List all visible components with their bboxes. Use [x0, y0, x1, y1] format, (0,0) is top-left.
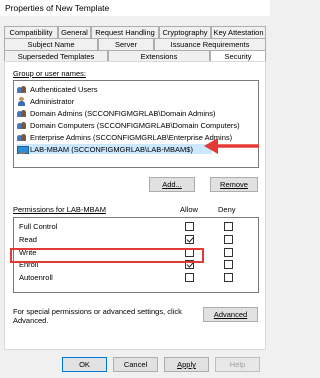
apply-button-label: Apply	[177, 360, 196, 369]
apply-button[interactable]: Apply	[164, 357, 209, 372]
help-button[interactable]: Help	[215, 357, 260, 372]
special-permissions-text-1: For special permissions or advanced sett…	[13, 307, 182, 316]
allow-checkbox[interactable]	[185, 222, 194, 231]
perm-name: Full Control	[19, 222, 58, 231]
list-item-selected[interactable]: LAB-MBAM (SCCONFIGMGRLAB\LAB-MBAM$)	[17, 144, 212, 154]
perm-name: Autoenroll	[19, 273, 53, 282]
allow-checkbox[interactable]	[185, 235, 194, 244]
deny-checkbox[interactable]	[224, 222, 233, 231]
tab-subject-name[interactable]: Subject Name	[4, 38, 98, 50]
deny-checkbox[interactable]	[224, 260, 233, 269]
perm-row-full-control: Full Control	[14, 221, 258, 232]
enroll-highlight-box	[10, 248, 204, 263]
perm-row-read: Read	[14, 234, 258, 245]
perm-name: Read	[19, 235, 37, 244]
group-label: Group or user names:	[13, 69, 86, 78]
tab-issuance-requirements[interactable]: Issuance Requirements	[154, 38, 266, 50]
tab-cryptography[interactable]: Cryptography	[159, 26, 211, 38]
list-item[interactable]: Enterprise Admins (SCCONFIGMGRLAB\Enterp…	[17, 132, 232, 142]
perm-row-autoenroll: Autoenroll	[14, 272, 258, 283]
permissions-label: Permissions for LAB-MBAM	[13, 205, 106, 214]
computer-icon	[17, 145, 29, 154]
security-panel: Group or user names: Authenticated Users…	[4, 61, 266, 350]
list-item-label: Administrator	[30, 96, 75, 106]
list-item-label: LAB-MBAM (SCCONFIGMGRLAB\LAB-MBAM$)	[30, 144, 193, 154]
deny-checkbox[interactable]	[224, 248, 233, 257]
list-item[interactable]: Domain Admins (SCCONFIGMGRLAB\Domain Adm…	[17, 108, 215, 118]
add-button-label: Add...	[162, 180, 182, 189]
allow-checkbox[interactable]	[185, 273, 194, 282]
deny-header: Deny	[218, 205, 236, 214]
tab-server[interactable]: Server	[98, 38, 154, 50]
deny-checkbox[interactable]	[224, 273, 233, 282]
allow-header: Allow	[180, 205, 198, 214]
advanced-button-label: Advanced	[213, 310, 248, 319]
list-item[interactable]: Administrator	[17, 96, 74, 106]
remove-button[interactable]: Remove	[210, 177, 258, 192]
special-permissions-text-2: Advanced.	[13, 316, 49, 325]
ok-button[interactable]: OK	[62, 357, 107, 372]
list-item-label: Domain Computers (SCCONFIGMGRLAB\Domain …	[30, 120, 240, 130]
remove-button-label: Remove	[220, 180, 248, 189]
list-item-label: Domain Admins (SCCONFIGMGRLAB\Domain Adm…	[30, 108, 216, 118]
advanced-button[interactable]: Advanced	[203, 307, 258, 322]
tab-compatibility[interactable]: Compatibility	[4, 26, 58, 38]
list-item[interactable]: Authenticated Users	[17, 84, 98, 94]
user-icon	[17, 96, 27, 106]
users-icon	[17, 121, 27, 130]
list-item[interactable]: Domain Computers (SCCONFIGMGRLAB\Domain …	[17, 120, 240, 130]
users-icon	[17, 85, 27, 94]
deny-checkbox[interactable]	[224, 235, 233, 244]
users-icon	[17, 109, 27, 118]
add-button[interactable]: Add...	[149, 177, 195, 192]
red-arrow	[204, 138, 259, 154]
cancel-button[interactable]: Cancel	[113, 357, 158, 372]
list-item-label: Enterprise Admins (SCCONFIGMGRLAB\Enterp…	[30, 132, 233, 142]
properties-dialog: Properties of New Template Compatibility…	[0, 0, 270, 378]
tab-general[interactable]: General	[58, 26, 91, 38]
window-title: Properties of New Template	[0, 0, 270, 16]
tab-key-attestation[interactable]: Key Attestation	[211, 26, 266, 38]
group-list[interactable]: Authenticated Users Administrator Domain…	[13, 80, 259, 168]
users-icon	[17, 133, 27, 142]
list-item-label: Authenticated Users	[30, 84, 98, 94]
tab-request-handling[interactable]: Request Handling	[91, 26, 159, 38]
